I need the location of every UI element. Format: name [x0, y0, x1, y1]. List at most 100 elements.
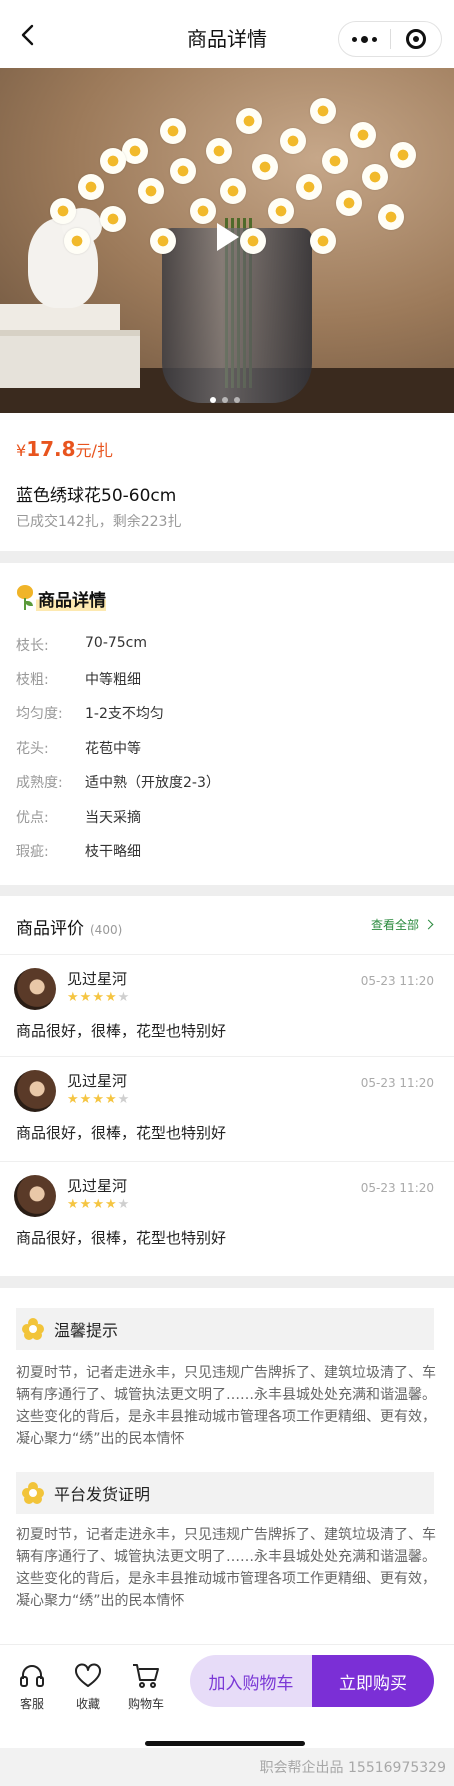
view-all-label: 查看全部 [370, 918, 419, 932]
miniprogram-capsule [338, 21, 442, 57]
detail-value: 70-75cm [85, 635, 148, 651]
home-indicator [145, 1741, 305, 1746]
detail-value: 适中熟（开放度2-3） [85, 775, 220, 791]
review-item: 见过星河 ★ ★ ★ ★ ★ 05-23 11:20 商品很好，很棒，花型也特别好 [0, 1058, 454, 1158]
product-sales: 已成交142扎，剩余223扎 [16, 514, 182, 530]
detail-key: 花头: [16, 741, 49, 757]
star-icon: ★ [104, 1092, 117, 1107]
reviews-header: 商品评价 (400) [16, 914, 122, 939]
detail-row: 优点: 当天采摘 [16, 807, 141, 827]
star-icon: ★ [92, 1197, 104, 1212]
review-time: 05-23 11:20 [360, 974, 434, 988]
star-icon: ★ [67, 1197, 79, 1212]
star-rating: ★ ★ ★ ★ ★ [67, 991, 129, 1005]
notice-header: 温馨提示 [16, 1308, 434, 1350]
bottom-action-bar: 客服 收藏 购物车 加入购物车 立即购买 [0, 1644, 454, 1748]
customer-service-label: 客服 [19, 1697, 44, 1711]
tulip-icon [14, 585, 36, 611]
star-icon: ★ [67, 1092, 79, 1107]
play-icon[interactable] [217, 223, 239, 251]
detail-key: 瑕疵: [16, 844, 49, 860]
product-name: 蓝色绣球花50-60cm [16, 486, 177, 506]
detail-value: 枝干略细 [85, 844, 141, 860]
shopping-cart-icon [133, 1664, 159, 1688]
buy-now-button[interactable]: 立即购买 [312, 1655, 434, 1707]
details-header: 商品详情 [14, 585, 106, 611]
flower-icon [22, 1318, 44, 1340]
detail-row: 均匀度: 1-2支不均匀 [16, 703, 164, 723]
more-dots-icon [351, 36, 357, 42]
reviews-title: 商品评价 [16, 919, 84, 939]
star-icon: ★ [92, 990, 104, 1005]
reviewer-name: 见过星河 [67, 970, 128, 988]
detail-row: 成熟度: 适中熟（开放度2-3） [16, 772, 220, 792]
product-media[interactable] [0, 68, 454, 413]
detail-value: 花苞中等 [85, 741, 141, 757]
target-icon [405, 29, 426, 49]
star-icon: ★ [79, 1092, 92, 1107]
close-miniprogram-button[interactable] [390, 22, 441, 56]
detail-key: 枝粗: [16, 672, 49, 688]
notice-text: 初夏时节，记者走进永丰，只见违规广告牌拆了、建筑垃圾清了、车辆有序通行了、城管执… [16, 1527, 436, 1609]
price-symbol: ¥ [16, 441, 27, 460]
reviews-count: (400) [90, 923, 123, 937]
add-to-cart-button[interactable]: 加入购物车 [190, 1655, 312, 1707]
divider [0, 1161, 454, 1162]
detail-row: 瑕疵: 枝干略细 [16, 841, 141, 861]
notices-section: 温馨提示 初夏时节，记者走进永丰，只见违规广告牌拆了、建筑垃圾清了、车辆有序通行… [0, 1288, 454, 1644]
favorite-button[interactable]: 收藏 [64, 1661, 112, 1712]
divider [0, 1056, 454, 1057]
star-icon: ★ [79, 1197, 92, 1212]
star-icon: ★ [67, 990, 79, 1005]
product-details: 商品详情 枝长: 70-75cm 枝粗: 中等粗细 均匀度: 1-2支不均匀 花头: 花… [0, 563, 454, 885]
nav-bar: 商品详情 [0, 0, 454, 68]
star-icon: ★ [92, 1092, 104, 1107]
detail-row: 枝长: 70-75cm [16, 635, 147, 655]
star-rating: ★ ★ ★ ★ ★ [67, 1093, 129, 1107]
cart-button[interactable]: 购物车 [122, 1661, 170, 1712]
detail-key: 优点: [16, 810, 49, 826]
product-price: ¥17.8元/扎 [16, 437, 113, 461]
hero-flowers [40, 78, 440, 278]
review-text: 商品很好，很棒，花型也特别好 [16, 1229, 227, 1247]
flower-icon [22, 1482, 44, 1504]
review-item: 见过星河 ★ ★ ★ ★ ★ 05-23 11:20 商品很好，很棒，花型也特别好 [0, 1163, 454, 1263]
review-text: 商品很好，很棒，花型也特别好 [16, 1022, 227, 1040]
customer-service-button[interactable]: 客服 [8, 1661, 56, 1712]
notice-title: 平台发货证明 [54, 1485, 151, 1504]
detail-row: 枝粗: 中等粗细 [16, 669, 141, 689]
reviewer-name: 见过星河 [67, 1177, 128, 1195]
star-icon: ★ [79, 990, 92, 1005]
avatar [14, 1070, 56, 1112]
price-unit: 元/扎 [75, 441, 113, 460]
more-dots-icon-end [371, 36, 377, 42]
star-empty-icon: ★ [117, 1092, 130, 1107]
more-dots-icon-center [360, 35, 368, 43]
detail-key: 均匀度: [16, 706, 63, 722]
review-text: 商品很好，很棒，花型也特别好 [16, 1124, 227, 1142]
star-empty-icon: ★ [117, 990, 130, 1005]
avatar [14, 968, 56, 1010]
notice-text: 初夏时节，记者走进永丰，只见违规广告牌拆了、建筑垃圾清了、车辆有序通行了、城管执… [16, 1365, 436, 1447]
star-rating: ★ ★ ★ ★ ★ [67, 1198, 129, 1212]
view-all-reviews-link[interactable]: 查看全部 [370, 916, 434, 933]
detail-value: 当天采摘 [85, 810, 141, 826]
detail-key: 成熟度: [16, 775, 63, 791]
headset-icon [20, 1665, 44, 1687]
watermark-text: 职会帮企出品 15516975329 [259, 1760, 446, 1776]
star-icon: ★ [104, 990, 117, 1005]
notice-title: 温馨提示 [54, 1321, 119, 1340]
star-icon: ★ [104, 1197, 117, 1212]
hero-book-top [0, 304, 120, 332]
detail-row: 花头: 花苞中等 [16, 738, 141, 758]
more-button[interactable] [339, 22, 390, 56]
review-time: 05-23 11:20 [360, 1076, 434, 1090]
carousel-indicator [210, 397, 240, 403]
favorite-label: 收藏 [75, 1697, 100, 1711]
reviews-section: 商品评价 (400) 查看全部 见过星河 ★ ★ ★ ★ ★ 05-23 11:20 商… [0, 896, 454, 1276]
star-empty-icon: ★ [117, 1197, 130, 1212]
review-time: 05-23 11:20 [360, 1181, 434, 1195]
avatar [14, 1175, 56, 1217]
page: 商品详情 ¥17.8元/扎 蓝色绣球花50-60cm 已成交142扎，剩余223… [0, 0, 454, 1786]
review-item: 见过星河 ★ ★ ★ ★ ★ 05-23 11:20 商品很好，很棒，花型也特别好 [0, 956, 454, 1056]
